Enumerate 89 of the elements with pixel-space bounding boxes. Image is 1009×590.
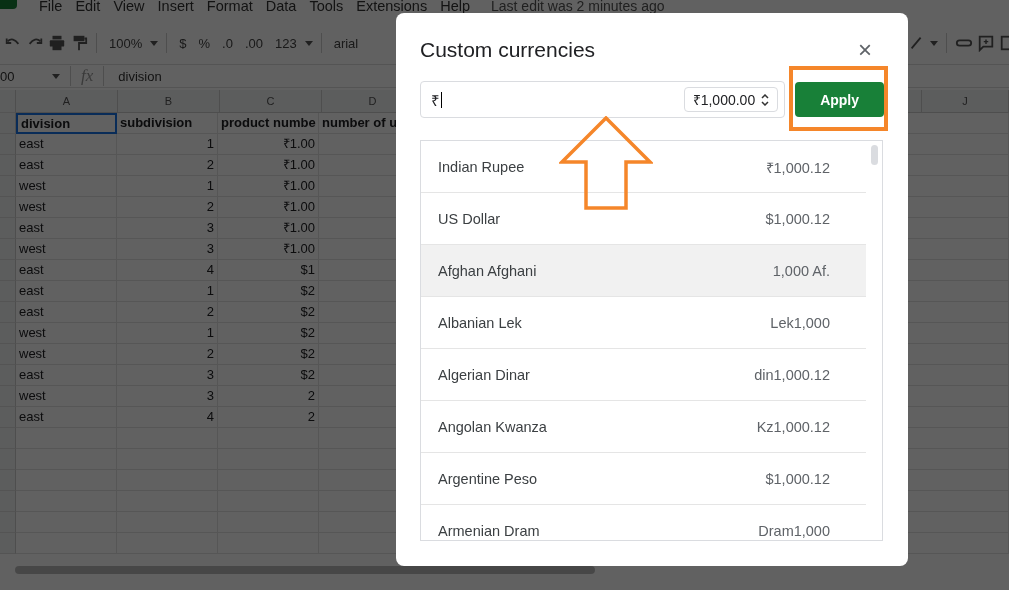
table-cell: ₹1.00 <box>218 218 319 239</box>
formula-input[interactable]: division <box>118 68 162 84</box>
table-cell: 2 <box>117 302 218 323</box>
caret-icon <box>930 40 938 46</box>
caret-icon <box>52 73 60 79</box>
row-header[interactable] <box>0 134 16 155</box>
header-cell: product numbe <box>218 113 319 134</box>
table-cell: 2 <box>117 197 218 218</box>
table-cell: $2 <box>218 281 319 302</box>
table-cell: east <box>16 155 117 176</box>
menu-item[interactable]: Data <box>265 0 297 14</box>
currency-list-item[interactable]: Indian Rupee ₹1,000.12 <box>421 141 866 193</box>
table-cell: west <box>16 197 117 218</box>
decrease-decimal-button[interactable]: .0 <box>218 35 237 51</box>
menu-item[interactable]: Edit <box>75 0 101 14</box>
more-formats-button[interactable]: 123 <box>270 35 301 51</box>
table-cell: $2 <box>218 344 319 365</box>
table-cell: 1 <box>117 176 218 197</box>
menu-item[interactable]: File <box>39 0 63 14</box>
format-dropdown[interactable]: ₹1,000.00 <box>683 87 779 112</box>
currency-list-item[interactable]: Albanian Lek Lek1,000 <box>421 297 866 349</box>
zoom-dropdown[interactable]: 100% <box>105 35 147 51</box>
table-cell: east <box>16 302 117 323</box>
table-cell: 4 <box>117 407 218 428</box>
header-cell: division <box>16 113 117 134</box>
table-cell: ₹1.00 <box>218 176 319 197</box>
comment-icon[interactable] <box>977 34 995 52</box>
currency-format-button[interactable]: $ <box>175 35 191 51</box>
currency-list-item[interactable]: Angolan Kwanza Kz1,000.12 <box>421 401 866 453</box>
table-cell: east <box>16 260 117 281</box>
menu-item[interactable]: Help <box>440 0 470 14</box>
last-edit-link[interactable]: Last edit was 2 minutes ago <box>491 0 665 14</box>
table-cell: 2 <box>117 155 218 176</box>
print-icon[interactable] <box>48 34 66 52</box>
table-cell: 4 <box>117 260 218 281</box>
table-cell: 3 <box>117 218 218 239</box>
table-cell: east <box>16 407 117 428</box>
table-cell: west <box>16 386 117 407</box>
caret-icon <box>150 40 159 46</box>
scrollbar-thumb[interactable] <box>15 566 595 574</box>
table-cell: west <box>16 176 117 197</box>
table-cell: west <box>16 239 117 260</box>
menu-item[interactable]: Tools <box>309 0 344 14</box>
menu-item[interactable]: Extensions <box>356 0 428 14</box>
table-cell: ₹1.00 <box>218 155 319 176</box>
currency-list-item[interactable]: Armenian Dram Dram1,000 <box>421 505 866 540</box>
select-all-corner[interactable] <box>0 90 16 113</box>
header-cell: subdivision <box>117 113 218 134</box>
table-cell: $2 <box>218 365 319 386</box>
row-header[interactable] <box>0 113 16 134</box>
table-cell: 1 <box>117 323 218 344</box>
table-cell: east <box>16 134 117 155</box>
table-cell: $2 <box>218 302 319 323</box>
table-cell: west <box>16 344 117 365</box>
dialog-title: Custom currencies <box>420 38 596 62</box>
percent-format-button[interactable]: % <box>194 35 215 51</box>
table-cell: east <box>16 365 117 386</box>
menu-item[interactable]: Format <box>206 0 253 14</box>
table-cell: east <box>16 281 117 302</box>
table-cell: 3 <box>117 239 218 260</box>
table-cell: 2 <box>218 407 319 428</box>
table-cell: $1 <box>218 260 319 281</box>
currency-list-item[interactable]: Afghan Afghani 1,000 Af. <box>421 245 866 297</box>
table-cell: 2 <box>218 386 319 407</box>
table-cell: west <box>16 323 117 344</box>
table-cell: east <box>16 218 117 239</box>
currency-list-item[interactable]: Argentine Peso $1,000.12 <box>421 453 866 505</box>
currency-list-item[interactable]: Algerian Dinar din1,000.12 <box>421 349 866 401</box>
table-cell: ₹1.00 <box>218 134 319 155</box>
increase-decimal-button[interactable]: .00 <box>240 35 267 51</box>
table-cell: 3 <box>117 365 218 386</box>
table-cell: 2 <box>117 344 218 365</box>
currency-symbol-field[interactable]: ₹ ₹1,000.00 <box>420 81 786 118</box>
apply-button[interactable]: Apply <box>795 82 884 117</box>
name-box[interactable]: 00 <box>0 68 46 84</box>
table-cell: $2 <box>218 323 319 344</box>
menu-item[interactable]: Insert <box>157 0 194 14</box>
table-cell: ₹1.00 <box>218 197 319 218</box>
table-cell: 1 <box>117 281 218 302</box>
caret-icon <box>304 40 313 46</box>
font-dropdown[interactable]: arial <box>329 35 363 51</box>
table-cell: 1 <box>117 134 218 155</box>
up-down-arrows-icon <box>761 93 770 106</box>
scrollbar-thumb[interactable] <box>871 145 878 165</box>
app-logo-icon[interactable] <box>0 0 17 9</box>
menu-item[interactable]: View <box>113 0 145 14</box>
close-button[interactable]: × <box>854 38 876 62</box>
table-cell: 3 <box>117 386 218 407</box>
table-cell: ₹1.00 <box>218 239 319 260</box>
